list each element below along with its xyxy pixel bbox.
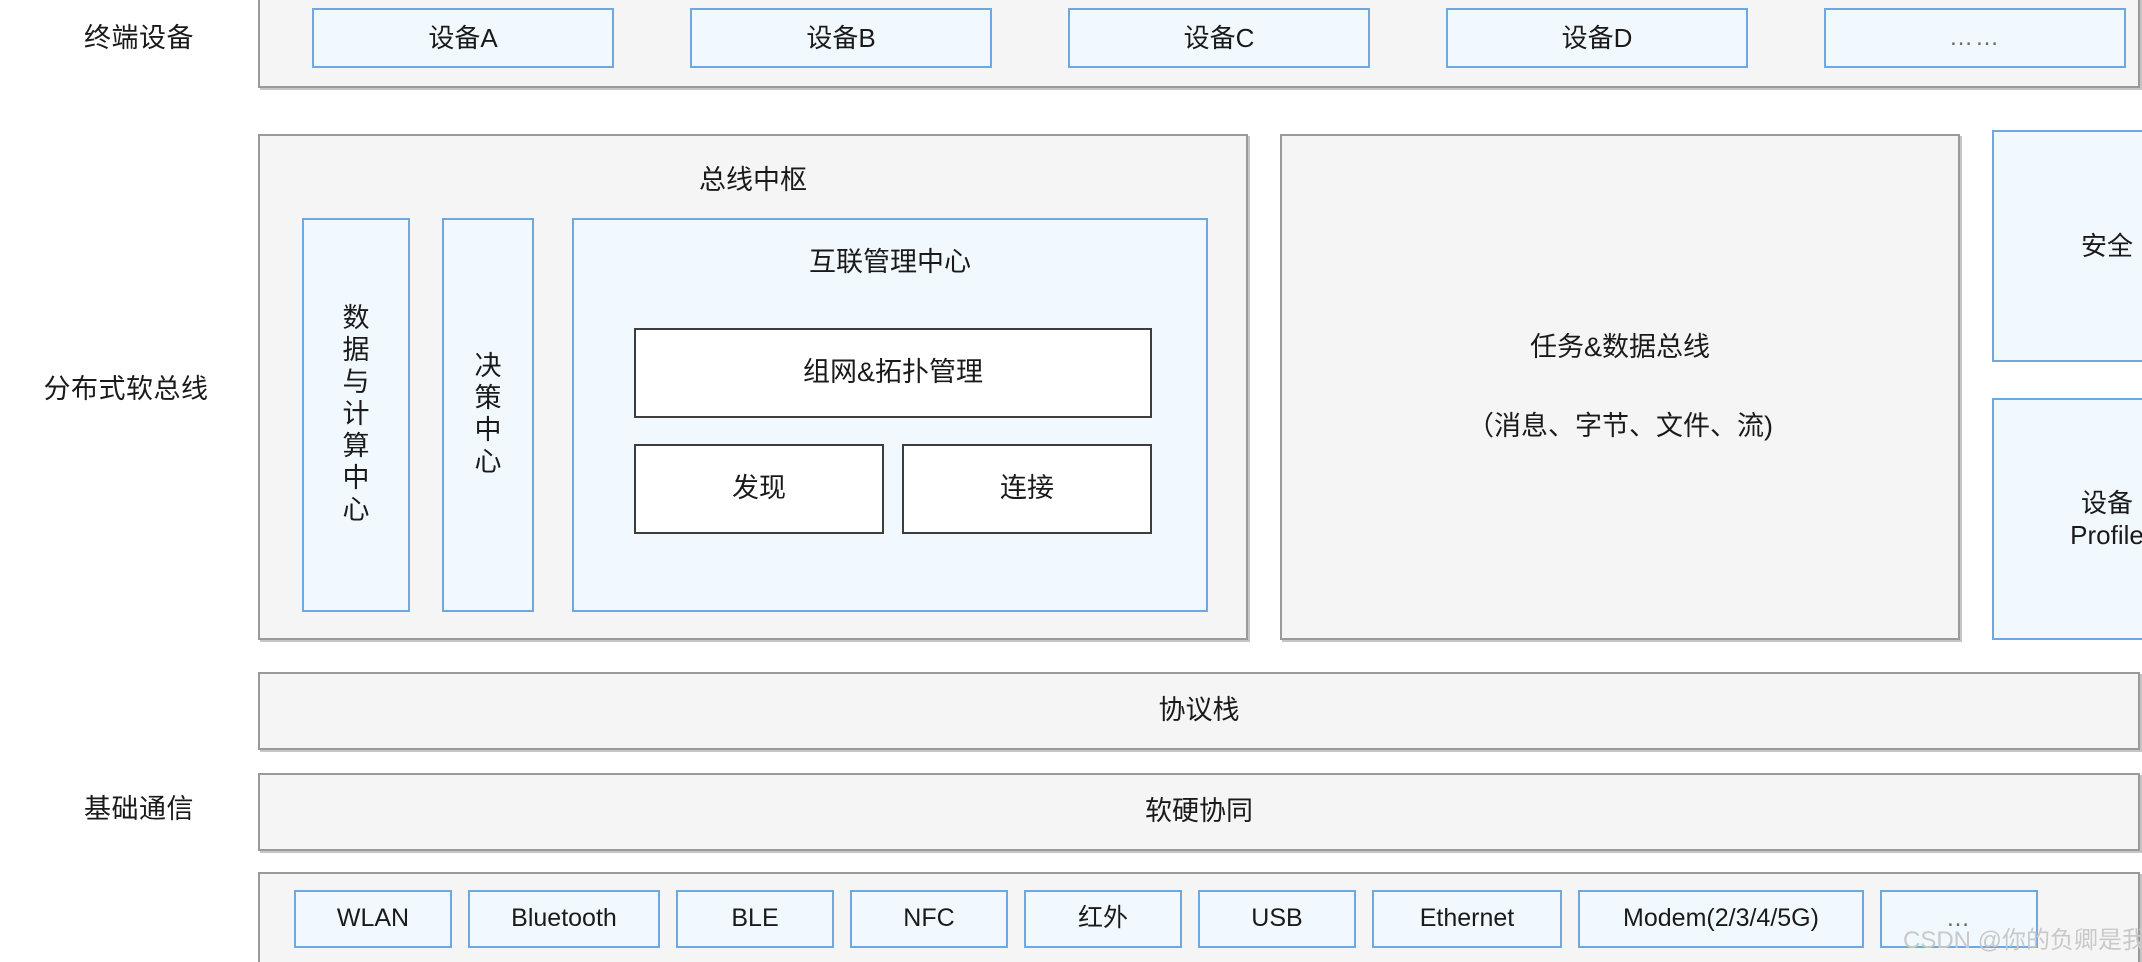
protocol-stack-bar: 协议栈	[258, 672, 2140, 750]
task-data-bus-label: 任务&数据总线 （消息、字节、文件、流)	[1282, 136, 1958, 638]
communication-technologies-panel: WLAN Bluetooth BLE NFC 红外 USB Ethernet M…	[258, 872, 2140, 962]
decision-center-label: 决	[474, 351, 502, 382]
comm-tech-card-ble[interactable]: BLE	[676, 890, 834, 948]
row-label-distributed-soft-bus: 分布式软总线	[43, 374, 209, 404]
interconnect-management-center-card[interactable]: 互联管理中心 组网&拓扑管理 发现 连接	[572, 218, 1208, 612]
terminal-device-card-more[interactable]: ……	[1824, 8, 2126, 68]
comm-tech-label: Bluetooth	[511, 904, 617, 933]
interconnect-management-center-title: 互联管理中心	[809, 247, 971, 277]
hardware-software-collaboration-label: 软硬协同	[1145, 796, 1253, 827]
data-and-compute-center-card[interactable]: 数 据 与 计 算 中 心	[302, 218, 410, 612]
task-data-bus-line1: 任务&数据总线	[1529, 332, 1710, 363]
row-label-terminal-devices: 终端设备	[84, 23, 194, 53]
comm-tech-card-modem[interactable]: Modem(2/3/4/5G)	[1578, 890, 1864, 948]
comm-tech-label: 红外	[1077, 904, 1128, 933]
terminal-device-label: 设备B	[806, 22, 876, 53]
ellipsis-icon: …	[1946, 905, 1972, 932]
terminal-device-card-a[interactable]: 设备A	[312, 8, 614, 68]
topology-management-label: 组网&拓扑管理	[802, 357, 983, 388]
comm-tech-card-ethernet[interactable]: Ethernet	[1372, 890, 1562, 948]
diagram-canvas: 终端设备 分布式软总线 基础通信 设备A 设备B 设备C 设备D …… 总线中枢…	[0, 0, 2142, 962]
discovery-box[interactable]: 发现	[634, 444, 884, 534]
comm-tech-card-usb[interactable]: USB	[1198, 890, 1356, 948]
comm-tech-label: USB	[1251, 904, 1303, 933]
hardware-software-collaboration-bar: 软硬协同	[258, 773, 2140, 851]
task-data-bus-line2: （消息、字节、文件、流)	[1467, 410, 1773, 441]
terminal-device-label: 设备D	[1561, 22, 1633, 53]
bus-hub-title: 总线中枢	[699, 165, 807, 195]
comm-tech-card-more[interactable]: …	[1880, 890, 2038, 948]
decision-center-card[interactable]: 决 策 中 心	[442, 218, 534, 612]
terminal-device-card-d[interactable]: 设备D	[1446, 8, 1748, 68]
comm-tech-card-nfc[interactable]: NFC	[850, 890, 1008, 948]
comm-tech-card-infrared[interactable]: 红外	[1024, 890, 1182, 948]
terminal-device-card-b[interactable]: 设备B	[690, 8, 992, 68]
security-module-card[interactable]: 安全	[1992, 130, 2142, 362]
terminal-device-card-c[interactable]: 设备C	[1068, 8, 1370, 68]
row-label-basic-communication: 基础通信	[84, 794, 194, 824]
bus-hub-panel: 总线中枢 数 据 与 计 算 中 心 决 策 中 心 互联管理中心 组网&拓扑管…	[258, 134, 1248, 640]
terminal-devices-panel: 设备A 设备B 设备C 设备D ……	[258, 0, 2140, 88]
comm-tech-label: BLE	[731, 904, 779, 933]
ellipsis-icon: ……	[1949, 24, 2001, 51]
comm-tech-card-bluetooth[interactable]: Bluetooth	[468, 890, 660, 948]
connect-label: 连接	[1000, 473, 1054, 504]
protocol-stack-label: 协议栈	[1158, 695, 1240, 726]
comm-tech-label: Modem(2/3/4/5G)	[1623, 904, 1819, 933]
comm-tech-card-wlan[interactable]: WLAN	[294, 890, 452, 948]
connect-box[interactable]: 连接	[902, 444, 1152, 534]
comm-tech-label: WLAN	[336, 904, 410, 933]
task-data-bus-panel: 任务&数据总线 （消息、字节、文件、流)	[1280, 134, 1960, 640]
comm-tech-label: NFC	[903, 904, 955, 933]
security-module-label: 安全	[2080, 230, 2133, 261]
device-profile-module-card[interactable]: 设备 Profile	[1992, 398, 2142, 640]
discovery-label: 发现	[732, 473, 786, 504]
terminal-device-label: 设备A	[428, 22, 498, 53]
data-and-compute-center-label: 数	[342, 303, 370, 334]
device-profile-module-label: 设备 Profile	[2070, 487, 2142, 551]
terminal-device-label: 设备C	[1183, 22, 1255, 53]
topology-management-box[interactable]: 组网&拓扑管理	[634, 328, 1152, 418]
comm-tech-label: Ethernet	[1419, 904, 1515, 933]
